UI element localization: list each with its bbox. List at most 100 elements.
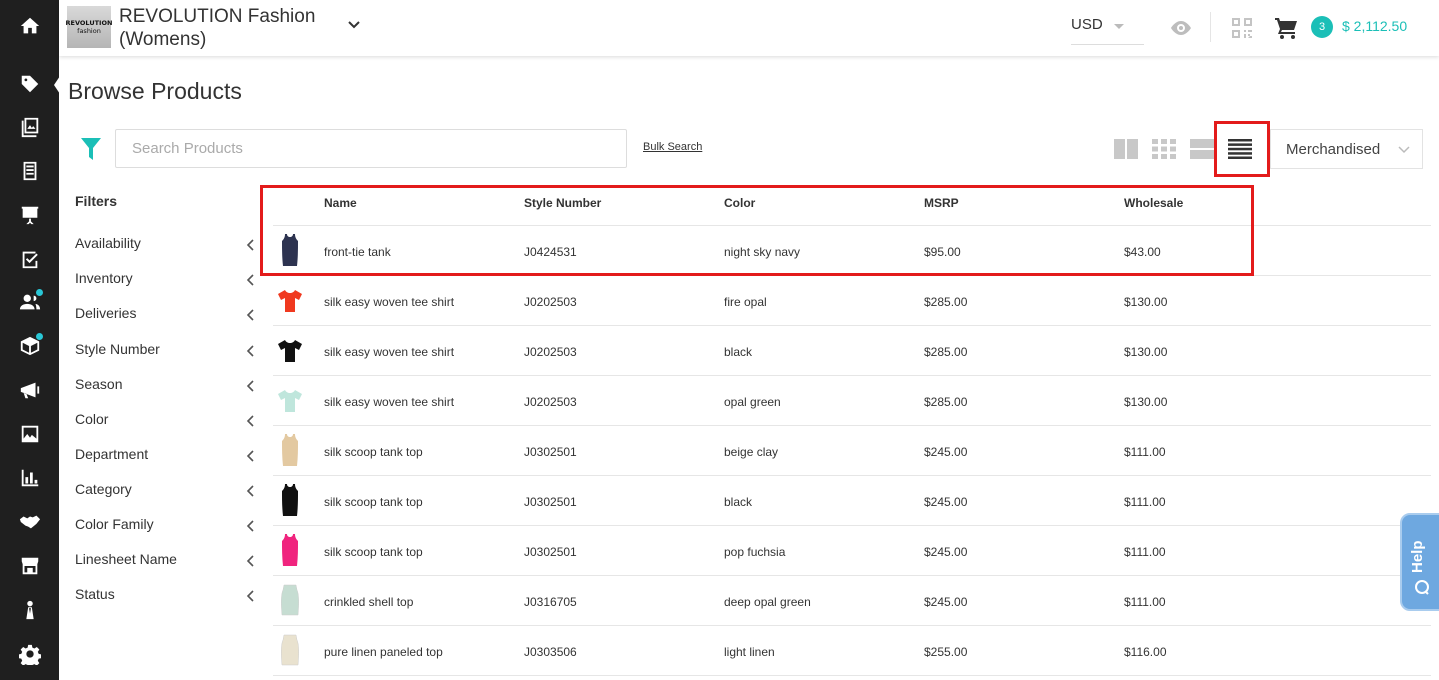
filter-label: Color [75, 411, 109, 427]
table-row[interactable]: silk scoop tank top J0302501 black $245.00 $… [273, 476, 1431, 526]
chevron-down-icon [1398, 146, 1410, 154]
lookbook-icon[interactable] [0, 107, 59, 147]
filter-funnel-icon[interactable] [80, 137, 102, 161]
chevron-left-icon [246, 555, 254, 567]
product-thumbnail[interactable] [277, 583, 303, 617]
product-thumbnail[interactable] [277, 333, 303, 367]
filter-status[interactable]: Status [75, 586, 258, 610]
table-body: front-tie tank J0424531 night sky navy $95.… [273, 226, 1431, 676]
filter-department[interactable]: Department [75, 446, 258, 470]
product-thumbnail[interactable] [277, 533, 303, 567]
handshake-icon[interactable] [0, 502, 59, 542]
product-name[interactable]: pure linen paneled top [324, 645, 443, 659]
store-selector[interactable]: REVOLUTION Fashion (Womens) [119, 5, 349, 51]
msrp-value: $245.00 [924, 545, 968, 559]
filter-season[interactable]: Season [75, 376, 258, 400]
settings-gear-icon[interactable] [0, 634, 59, 674]
cart-count-badge: 3 [1311, 16, 1333, 38]
style-number: J0302501 [524, 445, 577, 459]
chevron-down-icon[interactable] [347, 18, 361, 32]
style-number: J0202503 [524, 295, 577, 309]
filter-availability[interactable]: Availability [75, 235, 258, 259]
wholesale-value: $111.00 [1124, 495, 1166, 509]
product-name[interactable]: silk scoop tank top [324, 495, 423, 509]
bulk-search-link[interactable]: Bulk Search [643, 141, 702, 153]
presentation-icon[interactable] [0, 195, 59, 235]
filter-inventory[interactable]: Inventory [75, 270, 258, 294]
linesheet-icon[interactable] [0, 151, 59, 191]
chevron-left-icon [246, 380, 254, 392]
product-thumbnail[interactable] [277, 283, 303, 317]
chevron-left-icon [246, 520, 254, 532]
home-icon[interactable] [0, 6, 59, 46]
color-value: beige clay [724, 445, 779, 459]
filter-color-family[interactable]: Color Family [75, 516, 258, 540]
top-header: REVOLUTION fashion REVOLUTION Fashion (W… [59, 0, 1439, 56]
filter-style-number[interactable]: Style Number [75, 341, 258, 365]
sidebar [0, 0, 60, 680]
filter-label: Linesheet Name [75, 551, 177, 567]
filter-color[interactable]: Color [75, 411, 258, 435]
filter-linesheet-name[interactable]: Linesheet Name [75, 551, 258, 575]
table-row[interactable]: pure linen paneled top J0303506 light line… [273, 626, 1431, 676]
checklist-icon[interactable] [0, 239, 59, 279]
product-name[interactable]: crinkled shell top [324, 595, 413, 609]
chevron-left-icon [246, 485, 254, 497]
reports-chart-icon[interactable] [0, 458, 59, 498]
filter-category[interactable]: Category [75, 481, 258, 505]
wholesale-value: $130.00 [1124, 395, 1168, 409]
chevron-left-icon [246, 239, 254, 251]
table-row[interactable]: silk easy woven tee shirt J0202503 black $2… [273, 326, 1431, 376]
filter-deliveries[interactable]: Deliveries [75, 305, 258, 329]
cart-total[interactable]: $ 2,112.50 [1342, 18, 1407, 34]
product-name[interactable]: silk easy woven tee shirt [324, 295, 454, 309]
customers-icon[interactable] [0, 282, 59, 322]
table-row[interactable]: silk easy woven tee shirt J0202503 fire op… [273, 276, 1431, 326]
eye-icon[interactable] [1169, 18, 1193, 38]
orders-box-icon[interactable] [0, 326, 59, 366]
list-view-highlight-box [1214, 121, 1270, 177]
search-input[interactable] [115, 129, 627, 168]
currency-select[interactable]: USD [1071, 10, 1144, 45]
product-name[interactable]: silk easy woven tee shirt [324, 395, 454, 409]
msrp-value: $285.00 [924, 295, 968, 309]
table-row[interactable]: silk scoop tank top J0302501 beige clay $24… [273, 426, 1431, 476]
product-name[interactable]: silk scoop tank top [324, 445, 423, 459]
caret-down-icon [1114, 24, 1124, 29]
chevron-left-icon [246, 274, 254, 286]
small-grid-view-button[interactable] [1152, 139, 1176, 159]
campaign-icon[interactable] [0, 370, 59, 410]
product-name[interactable]: silk scoop tank top [324, 545, 423, 559]
tag-icon[interactable] [0, 64, 59, 104]
notification-dot [36, 333, 43, 340]
product-thumbnail[interactable] [277, 483, 303, 517]
store-name-line2: (Womens) [119, 29, 207, 50]
color-value: black [724, 345, 753, 359]
filter-label: Style Number [75, 341, 160, 357]
images-icon[interactable] [0, 414, 59, 454]
product-thumbnail[interactable] [277, 383, 303, 417]
style-number: J0302501 [524, 495, 577, 509]
product-name[interactable]: silk easy woven tee shirt [324, 345, 454, 359]
filter-label: Status [75, 586, 115, 602]
large-grid-view-button[interactable] [1114, 139, 1138, 159]
storefront-icon[interactable] [0, 546, 59, 586]
table-row[interactable]: silk easy woven tee shirt J0202503 opal gr… [273, 376, 1431, 426]
table-row[interactable]: silk scoop tank top J0302501 pop fuchsia $2… [273, 526, 1431, 576]
qr-code-icon[interactable] [1231, 17, 1253, 39]
filter-label: Deliveries [75, 305, 137, 321]
chevron-left-icon [246, 345, 254, 357]
logo-subtext: fashion [77, 27, 101, 35]
brand-logo: REVOLUTION fashion [66, 6, 112, 48]
product-thumbnail[interactable] [277, 433, 303, 467]
cart-icon[interactable] [1274, 17, 1298, 39]
product-thumbnail[interactable] [277, 633, 303, 667]
filter-label: Color Family [75, 516, 154, 532]
sort-select[interactable]: Merchandised [1270, 129, 1423, 169]
msrp-value: $255.00 [924, 645, 968, 659]
wholesale-value: $111.00 [1124, 545, 1166, 559]
brand-person-icon[interactable] [0, 590, 59, 630]
row-view-button[interactable] [1190, 139, 1214, 159]
table-row[interactable]: crinkled shell top J0316705 deep opal gree… [273, 576, 1431, 626]
help-tab[interactable]: Help [1400, 513, 1439, 611]
